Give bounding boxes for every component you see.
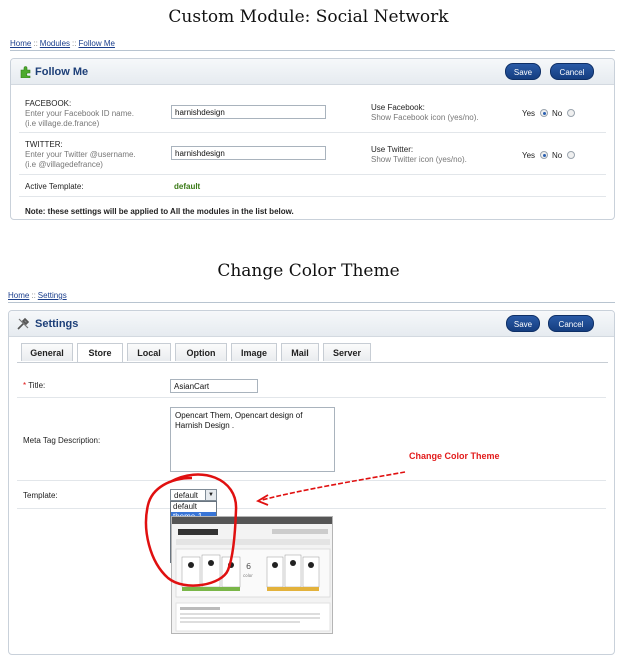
annotation-overlay	[144, 471, 406, 587]
red-circle-annotation	[144, 473, 238, 587]
red-arrow-annotation	[261, 471, 406, 501]
